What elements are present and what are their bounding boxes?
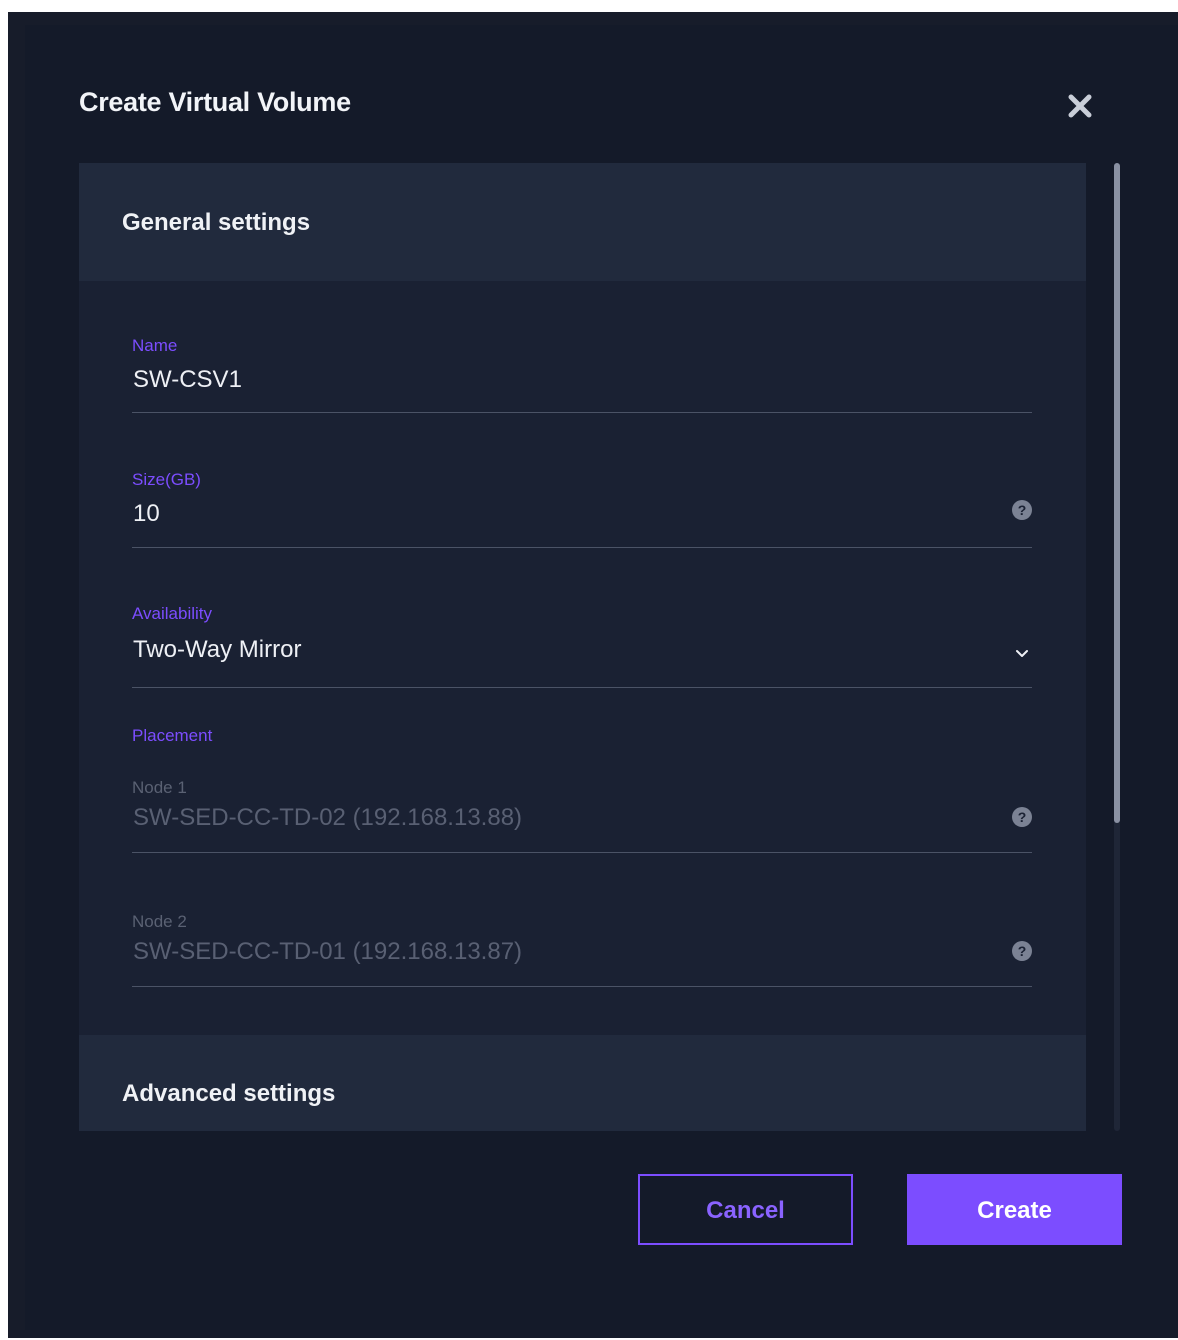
chevron-down-icon[interactable] (1014, 646, 1030, 662)
advanced-settings-header[interactable]: Advanced settings (79, 1035, 1086, 1131)
size-underline (132, 547, 1032, 548)
availability-select[interactable]: Availability Two-Way Mirror (132, 604, 1032, 689)
scrollbar-track[interactable] (1114, 163, 1120, 1131)
availability-value[interactable]: Two-Way Mirror (133, 636, 301, 664)
size-field[interactable]: Size(GB) 10 ? (132, 470, 1032, 550)
node1-help-icon[interactable]: ? (1012, 807, 1032, 827)
node2-help-icon[interactable]: ? (1012, 941, 1032, 961)
size-label: Size(GB) (132, 470, 201, 489)
size-input[interactable]: 10 (133, 500, 160, 528)
dialog-scroll-area: General settings Name SW-CSV1 Size(GB) 1… (79, 163, 1086, 1131)
create-button[interactable]: Create (907, 1174, 1122, 1245)
placement-label: Placement (132, 726, 213, 745)
name-input[interactable]: SW-CSV1 (133, 366, 242, 394)
general-settings-title: General settings (122, 209, 311, 236)
close-icon (1068, 94, 1092, 118)
node1-label: Node 1 (132, 778, 187, 797)
scrollbar-thumb[interactable] (1114, 163, 1120, 823)
advanced-settings-title: Advanced settings (122, 1080, 336, 1107)
create-virtual-volume-dialog: Create Virtual Volume General settings N… (25, 25, 1178, 1330)
availability-label: Availability (132, 604, 213, 623)
dialog-title: Create Virtual Volume (79, 87, 351, 117)
name-field[interactable]: Name SW-CSV1 (132, 336, 1032, 416)
general-settings-body: Name SW-CSV1 Size(GB) 10 ? Availability … (79, 281, 1086, 1035)
name-underline (132, 412, 1032, 413)
close-button[interactable] (1065, 91, 1095, 121)
node1-underline (132, 852, 1032, 853)
availability-underline (132, 687, 1032, 688)
node2-underline (132, 986, 1032, 987)
cancel-button[interactable]: Cancel (638, 1174, 853, 1245)
general-settings-header[interactable]: General settings (79, 163, 1086, 281)
node1-field: Node 1 SW-SED-CC-TD-02 (192.168.13.88) ? (132, 778, 1032, 858)
node1-value: SW-SED-CC-TD-02 (192.168.13.88) (133, 804, 523, 831)
placement-heading: Placement (132, 726, 1032, 756)
node2-field: Node 2 SW-SED-CC-TD-01 (192.168.13.87) ? (132, 912, 1032, 992)
node2-value: SW-SED-CC-TD-01 (192.168.13.87) (133, 938, 523, 965)
node2-label: Node 2 (132, 912, 187, 931)
size-help-icon[interactable]: ? (1012, 500, 1032, 520)
name-label: Name (132, 336, 178, 355)
